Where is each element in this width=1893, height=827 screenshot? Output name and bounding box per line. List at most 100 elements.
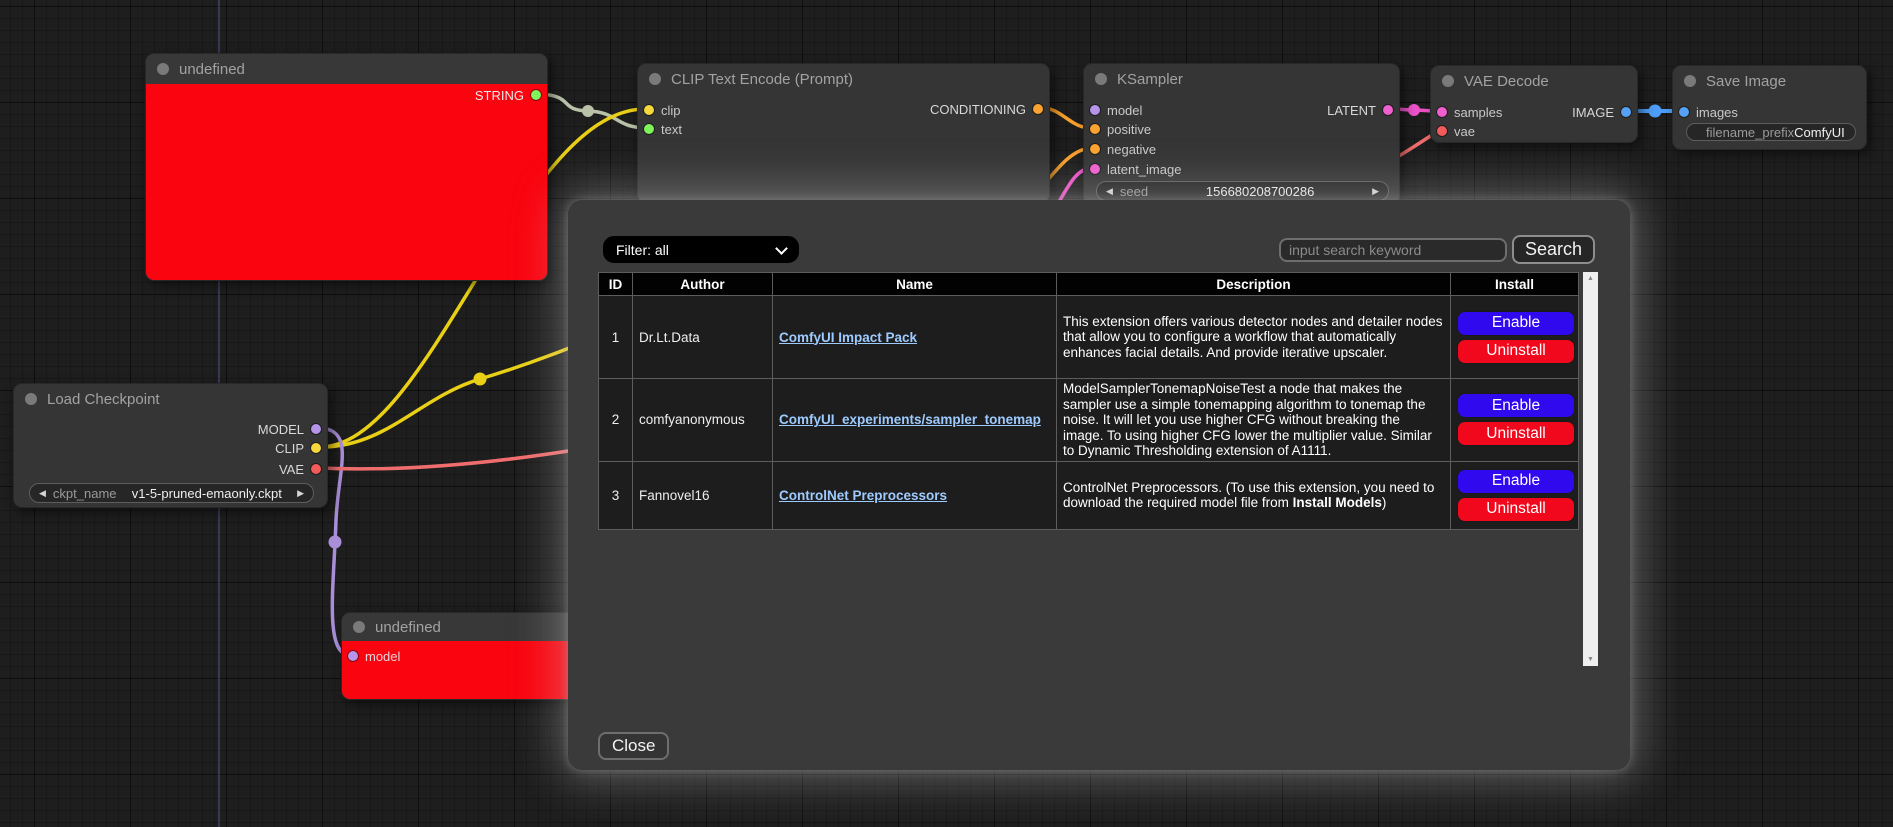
input-dot-positive[interactable] [1090,124,1100,134]
node-vae-decode[interactable]: VAE Decode samples vae IMAGE [1430,65,1638,143]
node-header[interactable]: undefined [342,613,592,641]
slot-label: STRING [475,88,524,103]
description-bold: Install Models [1293,495,1382,510]
output-dot-clip[interactable] [311,443,321,453]
output-slot-latent: LATENT [1327,102,1393,118]
node-header[interactable]: Load Checkpoint [14,384,327,414]
enable-button[interactable]: Enable [1457,393,1575,418]
widget-value: v1-5-pruned-emaonly.ckpt [117,486,298,501]
input-dot-clip[interactable] [644,105,654,115]
uninstall-button[interactable]: Uninstall [1457,421,1575,446]
output-dot-string[interactable] [531,90,541,100]
output-dot-conditioning[interactable] [1033,104,1043,114]
extension-link[interactable]: ComfyUI Impact Pack [779,330,917,345]
decrement-arrow-icon[interactable]: ◀ [39,483,46,503]
output-dot-model[interactable] [311,424,321,434]
enable-button[interactable]: Enable [1457,469,1575,494]
extension-link[interactable]: ComfyUI_experiments/sampler_tonemap [779,412,1041,427]
collapse-dot-icon[interactable] [1095,73,1107,85]
input-dot-vae[interactable] [1437,126,1447,136]
header-id: ID [599,273,633,296]
slot-label: clip [661,103,681,118]
node-title: undefined [375,619,441,636]
scroll-down-arrow-icon[interactable]: ▼ [1587,653,1594,666]
node-header[interactable]: VAE Decode [1431,66,1637,96]
node-load-checkpoint[interactable]: Load Checkpoint MODEL CLIP VAE ◀ ckpt_na… [13,383,328,508]
output-dot-image[interactable] [1621,107,1631,117]
input-slot-vae: vae [1437,123,1475,139]
increment-arrow-icon[interactable]: ▶ [1372,181,1379,201]
node-header[interactable]: KSampler [1084,64,1399,94]
extension-table-container: ID Author Name Description Install 1 Dr.… [598,272,1598,666]
extension-link[interactable]: ControlNet Preprocessors [779,488,947,503]
input-dot-images[interactable] [1679,107,1689,117]
table-scrollbar[interactable]: ▲ ▼ [1583,272,1598,666]
ckpt-name-widget[interactable]: ◀ ckpt_name v1-5-pruned-emaonly.ckpt ▶ [29,483,314,503]
input-dot-latent-image[interactable] [1090,164,1100,174]
cell-name: ComfyUI_experiments/sampler_tonemap [773,379,1057,462]
input-dot-samples[interactable] [1437,107,1447,117]
input-dot-negative[interactable] [1090,144,1100,154]
cell-author: comfyanonymous [633,379,773,462]
node-header[interactable]: Save Image [1673,66,1866,96]
uninstall-button[interactable]: Uninstall [1457,339,1575,364]
node-title: Save Image [1706,73,1786,90]
reroute-dot-clip[interactable] [474,373,487,386]
close-button[interactable]: Close [598,732,669,760]
output-slot-conditioning: CONDITIONING [930,101,1043,117]
cell-install: Enable Uninstall [1451,296,1579,379]
input-slot-positive: positive [1090,121,1151,137]
output-slot-model: MODEL [258,421,321,437]
collapse-dot-icon[interactable] [1442,75,1454,87]
slot-label: negative [1107,142,1156,157]
increment-arrow-icon[interactable]: ▶ [297,483,304,503]
cell-name: ComfyUI Impact Pack [773,296,1057,379]
widget-label: ckpt_name [53,486,117,501]
reroute-dot-model[interactable] [329,536,342,549]
collapse-dot-icon[interactable] [25,393,37,405]
node-save-image[interactable]: Save Image images filename_prefix ComfyU… [1672,65,1867,150]
node-ksampler[interactable]: KSampler model positive negative latent_… [1083,63,1400,205]
collapse-dot-icon[interactable] [157,63,169,75]
uninstall-button[interactable]: Uninstall [1457,497,1575,522]
node-graph-canvas[interactable]: undefined STRING CLIP Text Encode (Promp… [0,0,1893,827]
widget-value: ComfyUI [1794,125,1855,140]
input-slot-model: model [1090,102,1142,118]
reroute-dot-string[interactable] [582,105,594,117]
output-dot-vae[interactable] [311,464,321,474]
search-button[interactable]: Search [1512,235,1595,264]
filename-prefix-widget[interactable]: filename_prefix ComfyUI [1686,123,1856,141]
node-header[interactable]: CLIP Text Encode (Prompt) [638,64,1049,94]
slot-label: IMAGE [1572,105,1614,120]
cell-description: ControlNet Preprocessors. (To use this e… [1057,461,1451,529]
description-text: This extension offers various detector n… [1063,314,1442,360]
reroute-dot-latent[interactable] [1408,104,1420,116]
collapse-dot-icon[interactable] [353,621,365,633]
error-node-body [146,84,547,280]
collapse-dot-icon[interactable] [649,73,661,85]
node-undefined-top[interactable]: undefined STRING [145,53,548,281]
input-dot-text[interactable] [644,124,654,134]
filter-select[interactable]: Filter: all [603,236,799,263]
node-undefined-bottom[interactable]: undefined model [341,612,593,700]
seed-widget[interactable]: ◀ seed 156680208700286 ▶ [1096,181,1389,201]
node-title: CLIP Text Encode (Prompt) [671,71,853,88]
node-header[interactable]: undefined [146,54,547,84]
description-text: ModelSamplerTonemapNoiseTest a node that… [1063,381,1432,458]
cell-name: ControlNet Preprocessors [773,461,1057,529]
slot-label: samples [1454,105,1502,120]
output-slot-string: STRING [475,87,541,103]
output-dot-latent[interactable] [1383,105,1393,115]
node-clip-text-encode[interactable]: CLIP Text Encode (Prompt) clip text COND… [637,63,1050,203]
input-dot-model[interactable] [348,651,358,661]
search-input[interactable] [1279,238,1507,262]
reroute-dot-image[interactable] [1649,105,1662,118]
cell-install: Enable Uninstall [1451,379,1579,462]
decrement-arrow-icon[interactable]: ◀ [1106,181,1113,201]
scroll-up-arrow-icon[interactable]: ▲ [1587,272,1594,285]
slot-label: model [1107,103,1142,118]
enable-button[interactable]: Enable [1457,311,1575,336]
input-dot-model[interactable] [1090,105,1100,115]
slot-label: vae [1454,124,1475,139]
collapse-dot-icon[interactable] [1684,75,1696,87]
